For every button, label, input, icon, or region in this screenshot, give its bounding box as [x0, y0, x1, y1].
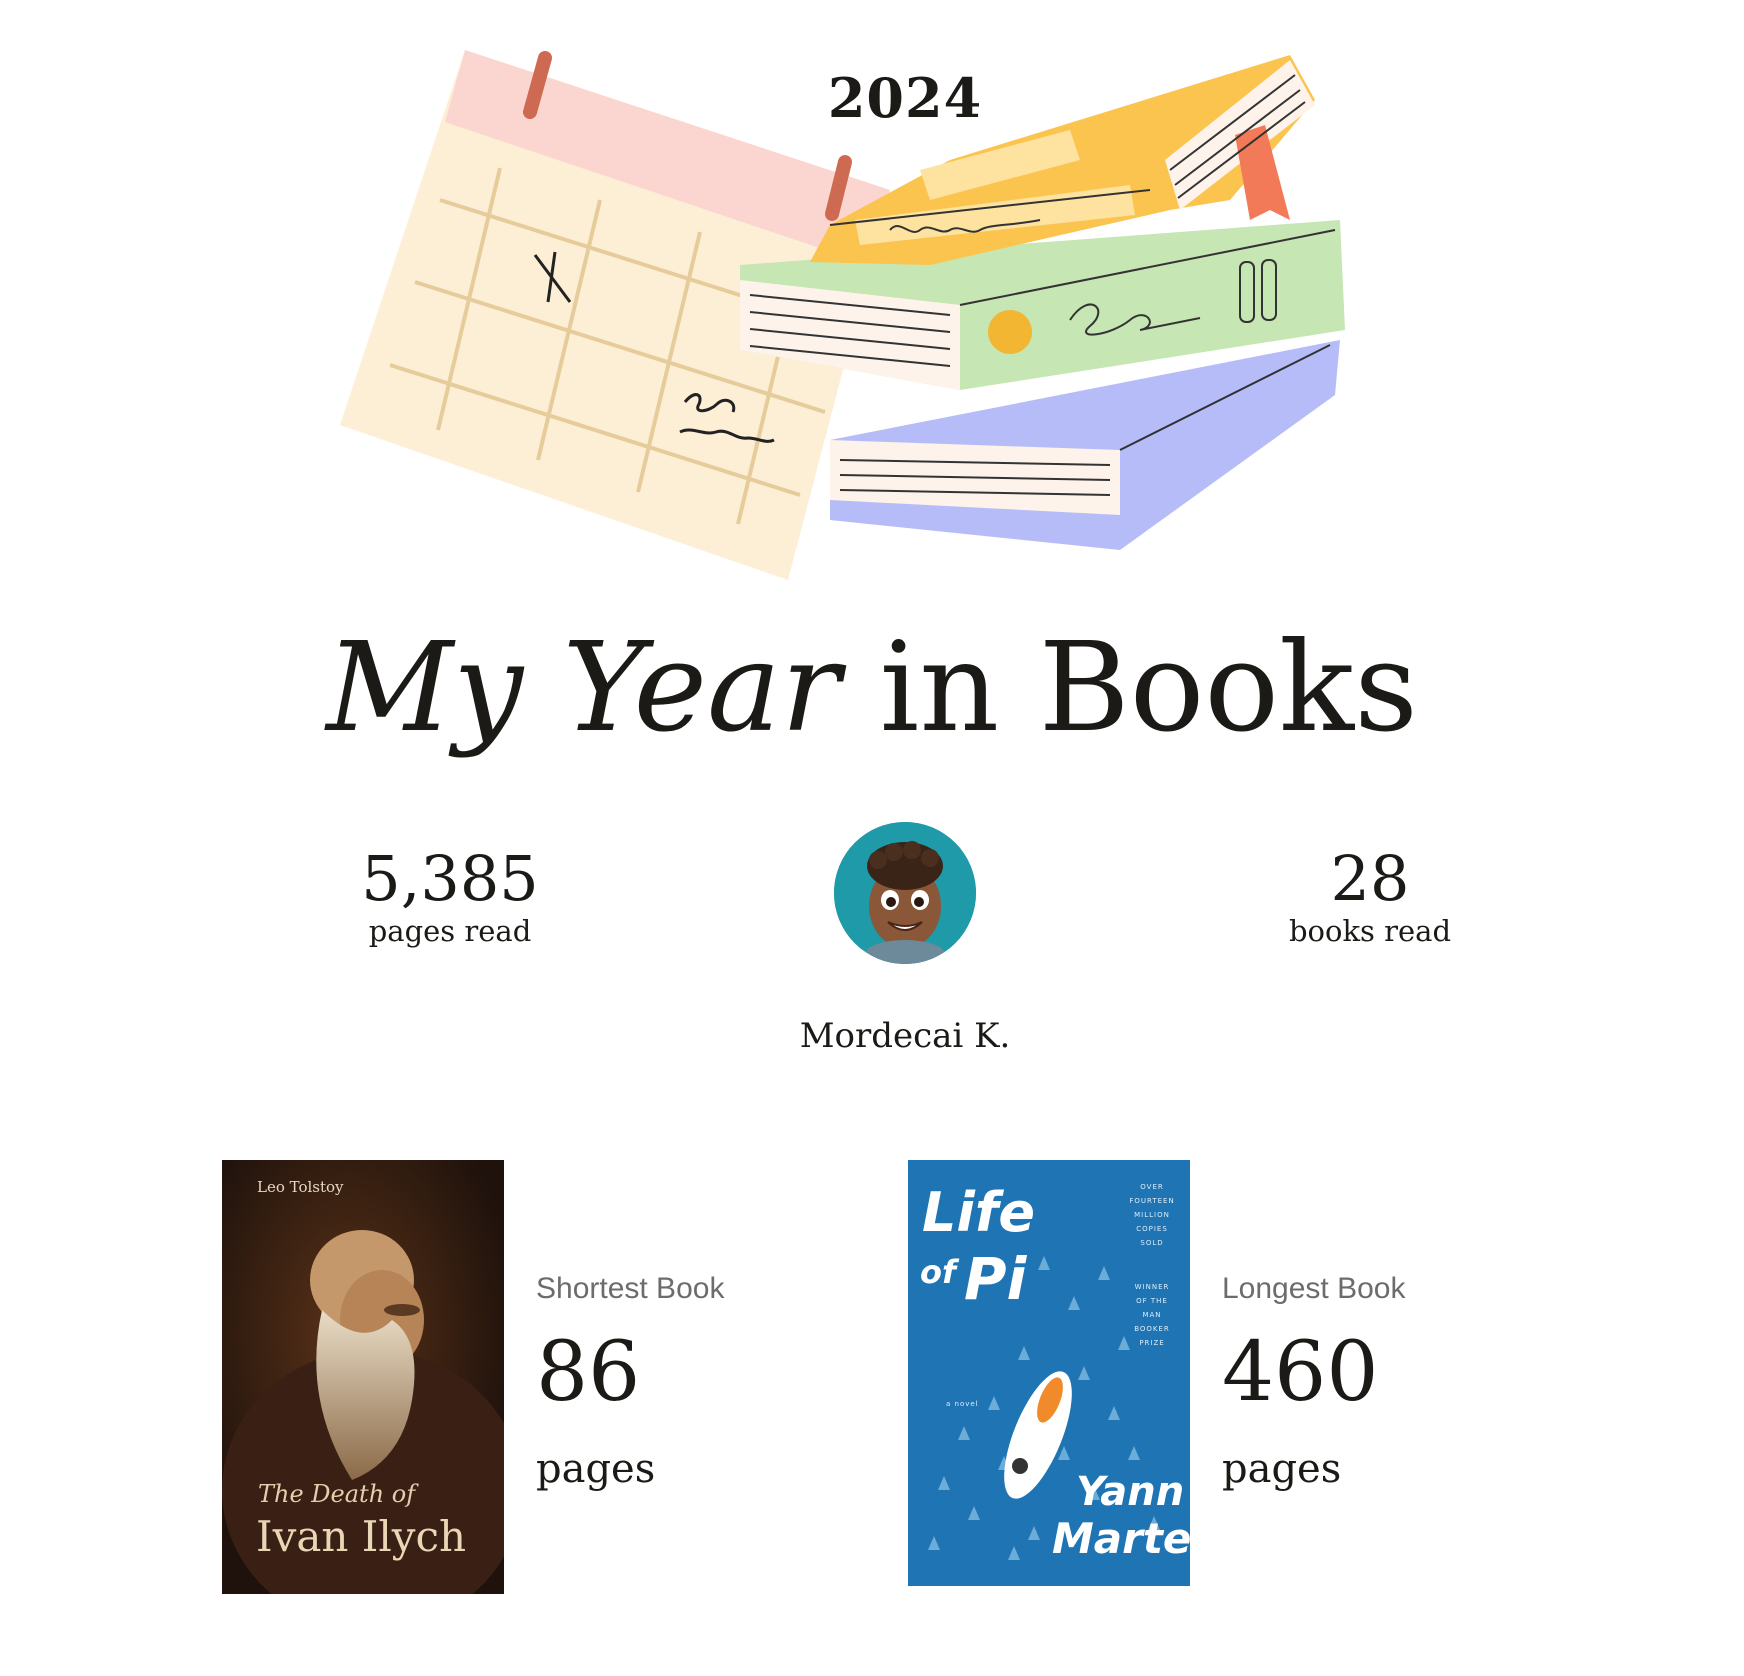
user-name[interactable]: Mordecai K. — [700, 1016, 1110, 1056]
cover-sales-note: OVER FOURTEEN MILLION COPIES SOLD — [1129, 1183, 1175, 1247]
shortest-book-pages-value: 86 — [536, 1325, 641, 1420]
cover-title-of: of — [920, 1253, 956, 1291]
cover-novel-label: a novel — [946, 1400, 979, 1408]
year-label: 2024 — [827, 66, 983, 130]
longest-book-pages-value: 460 — [1222, 1325, 1379, 1420]
longest-book-label: Longest Book — [1222, 1272, 1406, 1305]
shortest-book-label: Shortest Book — [536, 1272, 725, 1305]
pages-read-label: pages read — [368, 914, 532, 948]
page-title-italic: My Year — [326, 616, 841, 760]
books-read-value: 28 — [1330, 842, 1410, 915]
shortest-book-cover[interactable]: Leo Tolstoy The Death of Ivan Ilych — [222, 1160, 504, 1594]
pages-read-stat: 5,385 pages read — [320, 848, 580, 949]
cover-title-pi: Pi — [964, 1245, 1027, 1313]
cover-subtitle: The Death of — [258, 1480, 416, 1508]
avatar[interactable] — [834, 822, 976, 964]
memoji-avatar-icon — [834, 822, 976, 964]
books-read-stat: 28 books read — [1250, 848, 1490, 949]
books-read-label: books read — [1288, 914, 1452, 948]
shortest-book-pages-unit: pages — [536, 1446, 656, 1492]
cover-title: Ivan Ilych — [256, 1512, 467, 1561]
page-title-rest: in Books — [840, 616, 1418, 760]
shortest-book-info: Shortest Book 86 pages — [536, 1272, 724, 1492]
cover-author-first: Yann — [1076, 1469, 1185, 1515]
longest-book-info: Longest Book 460 pages — [1222, 1272, 1405, 1492]
longest-book-pages-unit: pages — [1222, 1446, 1342, 1492]
longest-book-cover[interactable]: Life of Pi OVER FOURTEEN MILLION COPIES … — [908, 1160, 1190, 1586]
cover-title-life: Life — [922, 1181, 1036, 1244]
page-title: My Year in Books — [0, 620, 1744, 756]
cover-author: Leo Tolstoy — [257, 1178, 344, 1196]
cover-author-last: Martel — [1052, 1514, 1190, 1563]
cover-award-note: WINNER OF THE MAN BOOKER PRIZE — [1134, 1283, 1170, 1347]
pages-read-value: 5,385 — [361, 842, 539, 915]
